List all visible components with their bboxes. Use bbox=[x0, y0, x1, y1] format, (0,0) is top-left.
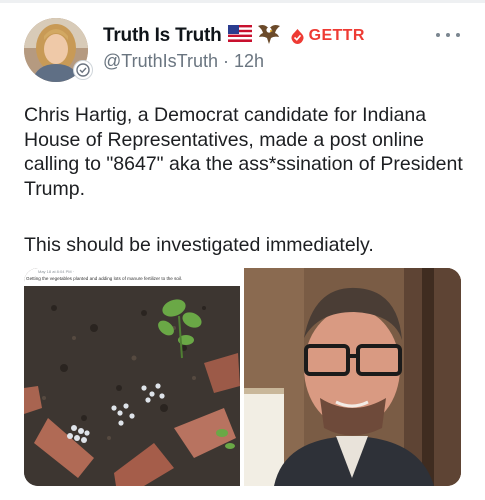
post-followup-text: This should be investigated immediately. bbox=[24, 234, 374, 256]
author-name-row: Truth Is Truth GETTR bbox=[103, 23, 365, 49]
post-text-line: Trump. bbox=[24, 177, 86, 200]
handle-row: @TruthIsTruth · 12h bbox=[103, 51, 264, 72]
media-grid[interactable]: May 18 at 8:04 PM · Getting the vegetabl… bbox=[24, 268, 461, 486]
post-text: Chris Hartig, a Democrat candidate for I… bbox=[24, 103, 464, 201]
verified-icon bbox=[73, 60, 93, 80]
gettr-label: GETTR bbox=[308, 27, 365, 44]
portrait-image[interactable] bbox=[244, 268, 461, 486]
display-name[interactable]: Truth Is Truth bbox=[103, 25, 222, 47]
post-text-line: calling to "8647" aka the ass*ssination … bbox=[24, 153, 463, 175]
garden-screenshot-image[interactable]: May 18 at 8:04 PM · Getting the vegetabl… bbox=[24, 268, 240, 486]
timestamp[interactable]: 12h bbox=[234, 51, 264, 71]
screenshot-header: May 18 at 8:04 PM · Getting the vegetabl… bbox=[24, 268, 240, 286]
screenshot-meta: May 18 at 8:04 PM · bbox=[38, 269, 75, 274]
gettr-badge: GETTR bbox=[289, 27, 365, 45]
handle[interactable]: @TruthIsTruth bbox=[103, 51, 218, 71]
post-text-line: House of Representatives, made a post on… bbox=[24, 128, 424, 151]
top-divider bbox=[0, 0, 485, 3]
post-text-line: Chris Hartig, a Democrat candidate for I… bbox=[24, 104, 427, 126]
screenshot-caption: Getting the vegetables planted and addin… bbox=[26, 276, 183, 281]
eagle-icon bbox=[257, 23, 281, 50]
us-flag-icon bbox=[227, 25, 252, 47]
separator: · bbox=[222, 51, 229, 71]
gettr-logo-icon bbox=[291, 28, 304, 44]
more-options-icon[interactable] bbox=[436, 30, 460, 40]
